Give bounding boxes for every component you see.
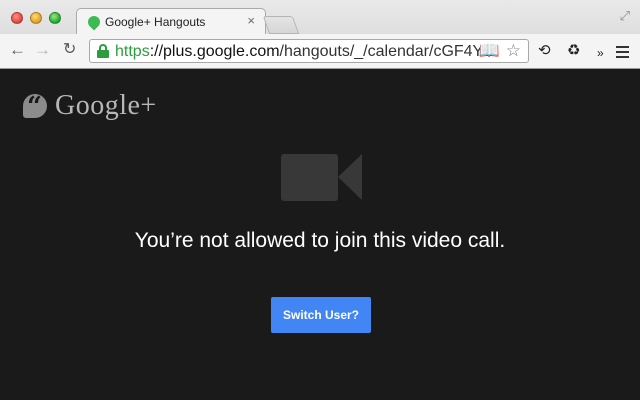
browser-toolbar: ← → ↻ https://plus.google.com/hangouts/_… (0, 34, 640, 68)
extensions-overflow-icon[interactable]: » (597, 44, 604, 62)
url-path: /hangouts/_/calendar/cGF4Y… (279, 43, 480, 60)
hangouts-favicon-icon (85, 13, 103, 31)
address-bar[interactable]: https://plus.google.com/hangouts/_/calen… (89, 39, 529, 63)
browser-chrome: Google+ Hangouts × ⤢ ← → ↻ https://plus.… (0, 0, 640, 69)
brand-wordmark: Google+ (55, 90, 157, 121)
url-scheme: https (115, 43, 150, 60)
forward-button[interactable]: → (34, 41, 51, 59)
url-host: ://plus.google.com (149, 43, 280, 60)
switch-user-button[interactable]: Switch User? (271, 297, 371, 333)
extension-refresh-icon[interactable]: ⟲ (538, 42, 551, 60)
new-tab-button[interactable] (262, 16, 300, 34)
lock-icon[interactable] (97, 44, 109, 58)
tab-title: Google+ Hangouts (105, 15, 206, 29)
error-message: You’re not allowed to join this video ca… (134, 229, 506, 252)
reload-button[interactable]: ↻ (63, 41, 76, 59)
fullscreen-icon[interactable]: ⤢ (620, 8, 630, 24)
tab-google-hangouts[interactable]: Google+ Hangouts × (76, 8, 266, 34)
close-window-button[interactable] (11, 12, 23, 24)
zoom-window-button[interactable] (49, 12, 61, 24)
chrome-menu-icon[interactable] (616, 46, 629, 61)
back-button[interactable]: ← (9, 41, 26, 59)
minimize-window-button[interactable] (30, 12, 42, 24)
hangouts-page: Google+ You’re not allowed to join this … (0, 70, 640, 400)
reader-mode-icon[interactable]: 📖 (479, 41, 500, 61)
bookmark-star-icon[interactable]: ☆ (506, 41, 521, 61)
window-controls (11, 12, 61, 24)
extension-recycle-icon[interactable]: ♻ (567, 42, 580, 60)
url-text[interactable]: https://plus.google.com/hangouts/_/calen… (115, 42, 480, 62)
hangouts-logo-icon (23, 92, 47, 122)
video-camera-icon (281, 154, 363, 202)
google-plus-brand[interactable]: Google+ (23, 90, 157, 122)
tab-close-icon[interactable]: × (247, 13, 255, 29)
